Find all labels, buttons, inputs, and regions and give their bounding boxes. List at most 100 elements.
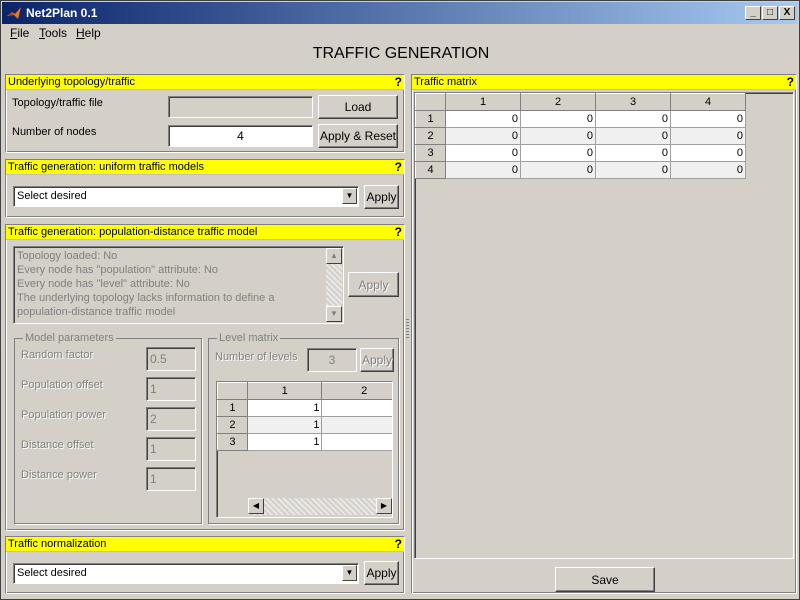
table-row: 1 1 1 [217, 399, 392, 417]
table-cell[interactable]: 0 [445, 144, 521, 162]
uniform-apply-button[interactable]: Apply [364, 185, 399, 209]
traffic-normalization-header: Traffic normalization ? [6, 537, 404, 552]
table-cell[interactable]: 0 [670, 110, 746, 128]
table-cell[interactable]: 0 [595, 110, 671, 128]
main-window: Net2Plan 0.1 _ □ X File Tools Help TRAFF… [0, 0, 800, 600]
table-row: 4 0 0 0 0 [415, 161, 746, 179]
help-icon[interactable]: ? [395, 160, 402, 174]
column-header: 1 [246, 382, 323, 400]
number-of-levels-field: 3 [307, 348, 357, 372]
row-header: 4 [415, 161, 446, 179]
info-scrollbar[interactable]: ▲ ▼ [326, 248, 342, 322]
menu-bar: File Tools Help [2, 24, 798, 43]
page-title: TRAFFIC GENERATION [312, 45, 490, 62]
table-cell[interactable]: 0 [520, 144, 596, 162]
load-button[interactable]: Load [318, 95, 398, 119]
population-power-field: 2 [146, 407, 196, 431]
window-title: Net2Plan 0.1 [26, 6, 98, 20]
table-cell[interactable]: 0 [670, 161, 746, 179]
distance-power-field: 1 [146, 467, 196, 491]
table-row: 3 1 1 [217, 433, 392, 451]
table-cell[interactable]: 0 [445, 127, 521, 145]
uniform-models-panel: Traffic generation: uniform traffic mode… [5, 159, 405, 218]
distance-offset-label: Distance offset [21, 439, 94, 451]
menu-tools[interactable]: Tools [39, 26, 67, 40]
random-factor-field: 0.5 [146, 347, 196, 371]
column-header: 2 [321, 382, 392, 400]
population-distance-panel: Traffic generation: population-distance … [5, 224, 405, 531]
table-cell[interactable]: 1 [246, 433, 323, 451]
table-cell[interactable]: 1 [321, 433, 392, 451]
normalization-select[interactable]: Select desired ▼ [13, 563, 359, 584]
topology-panel-header: Underlying topology/traffic ? [6, 75, 404, 90]
traffic-matrix-table: 1 2 3 4 1 0 0 0 0 2 0 0 0 0 3 0 0 0 0 4 … [414, 92, 794, 559]
maximize-button[interactable]: □ [762, 6, 778, 20]
scroll-left-icon[interactable]: ◀ [248, 498, 264, 514]
level-matrix-hscrollbar[interactable]: ◀ ▶ [248, 498, 392, 515]
population-distance-apply-button[interactable]: Apply [348, 272, 399, 297]
column-header: 2 [520, 93, 596, 111]
scroll-up-icon[interactable]: ▲ [326, 248, 342, 264]
normalization-apply-button[interactable]: Apply [364, 561, 399, 585]
scroll-right-icon[interactable]: ▶ [376, 498, 392, 514]
traffic-matrix-header: Traffic matrix ? [412, 75, 796, 90]
apply-reset-button[interactable]: Apply & Reset [318, 124, 398, 148]
scroll-down-icon[interactable]: ▼ [326, 306, 342, 322]
level-matrix-table: 1 2 1 1 1 2 1 1 3 1 [216, 381, 393, 518]
table-cell[interactable]: 0 [595, 127, 671, 145]
minimize-button[interactable]: _ [745, 6, 761, 20]
table-row: 2 1 1 [217, 416, 392, 434]
number-of-nodes-input[interactable]: 4 [168, 125, 313, 147]
table-row: 3 0 0 0 0 [415, 144, 746, 162]
menu-file[interactable]: File [10, 26, 29, 40]
table-cell[interactable]: 1 [321, 416, 392, 434]
row-header: 1 [415, 110, 446, 128]
save-button[interactable]: Save [555, 567, 655, 592]
help-icon[interactable]: ? [395, 537, 402, 551]
table-row: 2 0 0 0 0 [415, 127, 746, 145]
row-header: 3 [415, 144, 446, 162]
traffic-normalization-panel: Traffic normalization ? Select desired ▼… [5, 536, 405, 594]
corner-cell [415, 93, 446, 111]
number-of-levels-label: Number of levels [215, 351, 298, 363]
population-offset-label: Population offset [21, 379, 103, 391]
topology-file-field [168, 96, 313, 118]
close-button[interactable]: X [779, 6, 795, 20]
chevron-down-icon[interactable]: ▼ [342, 565, 357, 581]
model-parameters-title: Model parameters [23, 332, 116, 344]
table-cell[interactable]: 0 [520, 110, 596, 128]
distance-power-label: Distance power [21, 469, 97, 481]
menu-help[interactable]: Help [76, 26, 101, 40]
topology-file-label: Topology/traffic file [12, 97, 103, 109]
population-power-label: Population power [21, 409, 107, 421]
level-matrix-apply-button[interactable]: Apply [360, 348, 394, 372]
table-cell[interactable]: 0 [520, 161, 596, 179]
row-header: 2 [217, 416, 248, 434]
table-cell[interactable]: 0 [520, 127, 596, 145]
table-cell[interactable]: 0 [595, 161, 671, 179]
table-cell[interactable]: 0 [670, 127, 746, 145]
table-cell[interactable]: 0 [445, 161, 521, 179]
population-offset-field: 1 [146, 377, 196, 401]
chevron-down-icon[interactable]: ▼ [342, 188, 357, 204]
table-cell[interactable]: 0 [595, 144, 671, 162]
table-cell[interactable]: 0 [445, 110, 521, 128]
row-header: 3 [217, 433, 248, 451]
model-parameters-group: Model parameters Random factor 0.5 Popul… [14, 332, 202, 524]
table-cell[interactable]: 1 [321, 399, 392, 417]
help-icon[interactable]: ? [395, 225, 402, 239]
column-header: 4 [670, 93, 746, 111]
table-cell[interactable]: 0 [670, 144, 746, 162]
row-header: 1 [217, 399, 248, 417]
table-cell[interactable]: 1 [246, 399, 323, 417]
table-cell[interactable]: 1 [246, 416, 323, 434]
column-header: 3 [595, 93, 671, 111]
uniform-model-select[interactable]: Select desired ▼ [13, 186, 359, 207]
splitter-handle[interactable] [406, 319, 409, 339]
level-matrix-title: Level matrix [217, 332, 281, 344]
traffic-matrix-panel: Traffic matrix ? 1 2 3 4 1 0 0 0 0 2 0 0… [411, 74, 797, 594]
help-icon[interactable]: ? [395, 75, 402, 89]
help-icon[interactable]: ? [787, 75, 794, 89]
number-of-nodes-label: Number of nodes [12, 126, 97, 138]
row-header: 2 [415, 127, 446, 145]
